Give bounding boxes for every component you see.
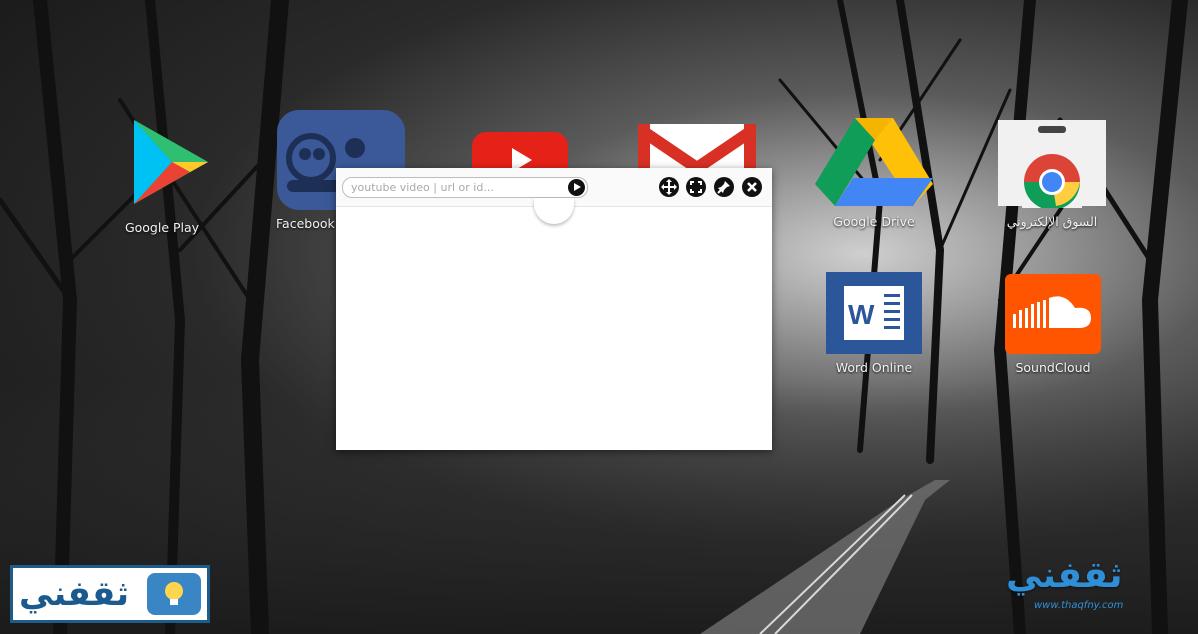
google-play-icon [114, 118, 210, 214]
video-area [336, 207, 772, 450]
app-tile-soundcloud[interactable]: SoundCloud [988, 274, 1118, 375]
close-icon[interactable] [742, 177, 762, 197]
play-icon[interactable] [568, 179, 585, 196]
video-url-input[interactable] [351, 179, 561, 195]
fullscreen-icon[interactable] [686, 177, 706, 197]
app-tile-gmail[interactable] [634, 123, 760, 184]
app-label: SoundCloud [1015, 360, 1091, 375]
soundcloud-icon [1005, 274, 1101, 354]
app-label: Word Online [835, 360, 913, 375]
thaqfny-logo-right: ثقفني www.thaqfny.com [1000, 552, 1138, 616]
logo-text: ثقفني [19, 574, 129, 614]
google-drive-icon [815, 118, 933, 208]
move-icon[interactable] [659, 177, 679, 197]
app-tile-youtube[interactable] [470, 132, 570, 192]
app-label: Google Play [124, 220, 200, 235]
logo-text: ثقفني [1006, 555, 1123, 596]
youtube-icon [472, 132, 568, 192]
app-label: السوق الإلكتروني [1006, 214, 1098, 229]
chrome-web-store-icon [994, 118, 1110, 210]
app-tile-google-drive[interactable]: Google Drive [809, 118, 939, 229]
word-online-icon: W [826, 272, 922, 354]
thaqfny-logo-left: ثقفني [10, 565, 210, 623]
app-label: Google Drive [833, 214, 915, 229]
logo-url: www.thaqfny.com [1034, 600, 1124, 611]
pin-icon[interactable] [714, 177, 734, 197]
app-tile-word-online[interactable]: W Word Online [809, 272, 939, 375]
gmail-icon [634, 123, 760, 184]
youtube-player-window[interactable] [336, 168, 772, 450]
video-search-box [342, 177, 588, 198]
lightbulb-icon [147, 573, 201, 615]
app-tile-web-store[interactable]: السوق الإلكتروني [987, 118, 1117, 229]
svg-text:W: W [848, 299, 875, 330]
app-tile-google-play[interactable]: Google Play [97, 118, 227, 235]
